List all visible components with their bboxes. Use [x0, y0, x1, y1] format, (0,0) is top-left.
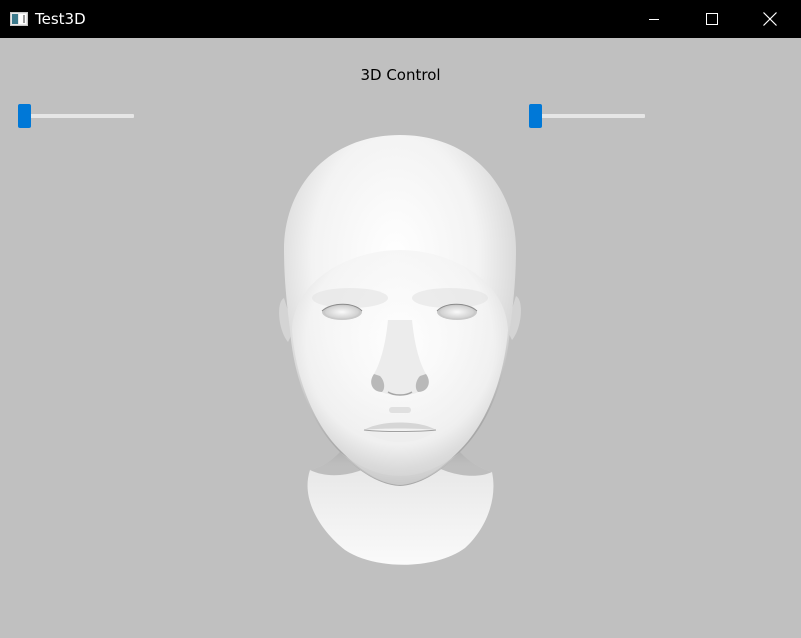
slider-left-track[interactable] — [18, 114, 134, 118]
slider-left-thumb[interactable] — [18, 104, 31, 128]
close-icon — [763, 12, 777, 26]
window-title: Test3D — [35, 10, 86, 28]
maximize-button[interactable] — [683, 0, 741, 38]
app-window-icon — [10, 11, 28, 26]
app-window: Test3D 3D Control — [0, 0, 801, 638]
slider-left[interactable] — [18, 104, 134, 128]
slider-right-track[interactable] — [529, 114, 645, 118]
title-bar[interactable]: Test3D — [0, 0, 801, 38]
maximize-icon — [706, 13, 718, 25]
slider-right[interactable] — [529, 104, 645, 128]
minimize-button[interactable] — [625, 0, 683, 38]
control-title: 3D Control — [360, 66, 441, 84]
close-button[interactable] — [741, 0, 799, 38]
minimize-icon — [648, 13, 660, 25]
slider-right-thumb[interactable] — [529, 104, 542, 128]
3d-head-model[interactable] — [270, 130, 530, 575]
